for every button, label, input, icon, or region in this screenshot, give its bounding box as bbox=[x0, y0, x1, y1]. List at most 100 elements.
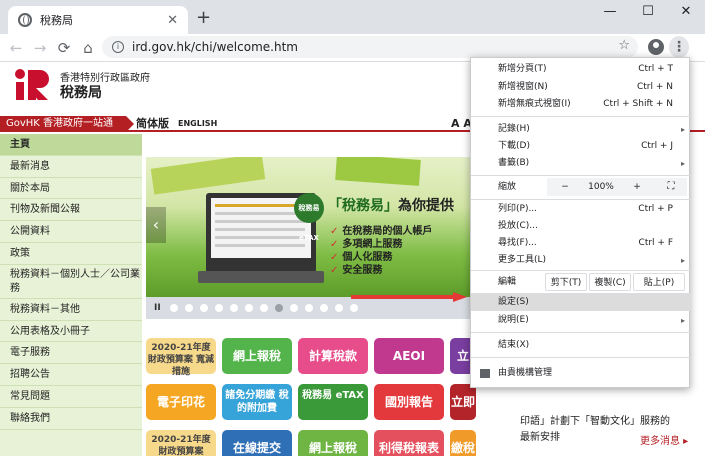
zoom-in-button[interactable]: + bbox=[619, 178, 655, 196]
menu-item-more-tools[interactable]: 更多工具(L) ▸ bbox=[471, 252, 691, 269]
carousel-dot[interactable] bbox=[200, 304, 209, 312]
tile-budget-2[interactable]: 2020-21年度 財政預算案 bbox=[146, 430, 216, 456]
reload-button[interactable]: ⟳ bbox=[52, 39, 76, 57]
zoom-level: 100% bbox=[588, 182, 614, 192]
menu-item-history[interactable]: 記錄(H) ▸ bbox=[471, 121, 691, 138]
menu-item-find[interactable]: 尋找(F)... Ctrl + F bbox=[471, 235, 691, 252]
tile-etax[interactable]: 稅務易 eTAX bbox=[298, 384, 368, 420]
browser-tab[interactable]: 稅務局 ✕ bbox=[8, 6, 188, 34]
sidebar-item-news[interactable]: 最新消息 bbox=[0, 156, 142, 178]
carousel-dot[interactable] bbox=[290, 304, 299, 312]
sidebar-item-tax-info-other[interactable]: 稅務資料－其他 bbox=[0, 299, 142, 321]
chrome-menu: 新增分頁(T) Ctrl + T 新增視窗(N) Ctrl + N 新增無痕式視窗(… bbox=[470, 57, 691, 388]
menu-item-help[interactable]: 說明(E) ▸ bbox=[471, 312, 691, 329]
close-window-button[interactable]: ✕ bbox=[667, 0, 705, 26]
sidebar-item-contact[interactable]: 聯絡我們 bbox=[0, 408, 142, 430]
menu-item-new-window[interactable]: 新增視窗(N) Ctrl + N bbox=[471, 79, 691, 96]
govhk-link[interactable]: GovHK 香港政府一站通 bbox=[0, 116, 134, 132]
zoom-out-button[interactable]: − bbox=[547, 178, 583, 196]
carousel-dot[interactable] bbox=[170, 304, 179, 312]
sidebar-item-recruitment[interactable]: 招聘公告 bbox=[0, 364, 142, 386]
tile-online-submit[interactable]: 在線提交 bbox=[222, 430, 292, 456]
fullscreen-icon[interactable]: ⛶ bbox=[655, 178, 687, 196]
new-tab-button[interactable]: + bbox=[196, 8, 211, 28]
carousel-dot[interactable] bbox=[320, 304, 329, 312]
tile-efile[interactable]: 網上報稅 bbox=[222, 338, 292, 374]
maximize-button[interactable]: ☐ bbox=[629, 0, 667, 26]
carousel-dot[interactable] bbox=[230, 304, 239, 312]
font-size-controls[interactable]: A A bbox=[451, 116, 472, 132]
tile-e-stamping[interactable]: 電子印花 bbox=[146, 384, 216, 420]
pause-icon[interactable]: II bbox=[154, 303, 161, 313]
menu-item-new-incognito[interactable]: 新增無痕式視窗(I) Ctrl + Shift + N bbox=[471, 96, 691, 113]
menu-item-managed[interactable]: 由貴機構管理 bbox=[471, 365, 691, 382]
tile-aeoi[interactable]: AEOI bbox=[374, 338, 444, 374]
sidebar-item-tax-info-individual[interactable]: 稅務資料－個別人士／公司業務 bbox=[0, 265, 142, 299]
info-icon[interactable]: i bbox=[112, 41, 124, 53]
close-tab-icon[interactable]: ✕ bbox=[167, 13, 178, 28]
carousel-dot[interactable] bbox=[260, 304, 269, 312]
promo-banner[interactable]: 稅務易 eTAX 「稅務易」為你提供 在稅務局的個人帳戶 多項網上服務 個人化服… bbox=[146, 157, 476, 297]
title-bar: 稅務局 ✕ + — ☐ ✕ bbox=[0, 0, 705, 34]
carousel-dot[interactable] bbox=[335, 304, 344, 312]
tile-instalment[interactable]: 諸免分期繳 稅的附加費 bbox=[222, 384, 292, 420]
sidebar-item-policy[interactable]: 政策 bbox=[0, 243, 142, 265]
tile-cbc[interactable]: 國別報告 bbox=[374, 384, 444, 420]
carousel-dot[interactable] bbox=[245, 304, 254, 312]
carousel-dot[interactable] bbox=[350, 304, 359, 312]
menu-separator bbox=[471, 332, 691, 333]
cut-button[interactable]: 剪下(T) bbox=[545, 273, 587, 291]
menu-item-bookmarks[interactable]: 書籤(B) ▸ bbox=[471, 155, 691, 172]
url-text[interactable]: ird.gov.hk/chi/welcome.htm bbox=[132, 40, 298, 54]
tab-title: 稅務局 bbox=[40, 14, 73, 27]
menu-item-downloads[interactable]: 下載(D) Ctrl + J bbox=[471, 138, 691, 155]
menu-item-new-tab[interactable]: 新增分頁(T) Ctrl + T bbox=[471, 61, 691, 78]
back-button[interactable]: ← bbox=[4, 39, 28, 57]
bookmark-star-icon[interactable]: ☆ bbox=[618, 38, 630, 53]
menu-item-cast[interactable]: 投放(C)... bbox=[471, 218, 691, 235]
lang-simplified-link[interactable]: 简体版 bbox=[136, 116, 169, 132]
address-bar[interactable]: i ird.gov.hk/chi/welcome.htm ☆ bbox=[102, 36, 638, 58]
sidebar-item-forms[interactable]: 公用表格及小冊子 bbox=[0, 321, 142, 343]
news-text[interactable]: 印語」計劃下「智動文化」服務的 bbox=[520, 414, 700, 430]
zoom-label: 縮放 bbox=[498, 182, 517, 192]
minimize-button[interactable]: — bbox=[591, 0, 629, 26]
menu-item-exit[interactable]: 結束(X) bbox=[471, 337, 691, 354]
tile-efile-2[interactable]: 網上報稅 bbox=[298, 430, 368, 456]
sidebar-item-public-info[interactable]: 公開資料 bbox=[0, 221, 142, 243]
banner-bullet: 在稅務局的個人帳戶 bbox=[330, 225, 432, 238]
menu-edit-row: 編輯 剪下(T) 複製(C) 貼上(P) bbox=[471, 271, 691, 293]
tile-tax-calc[interactable]: 計算稅款 bbox=[298, 338, 368, 374]
sidebar-item-e-services[interactable]: 電子服務 bbox=[0, 342, 142, 365]
sidebar-item-home[interactable]: 主頁 bbox=[0, 134, 142, 156]
ird-logo[interactable] bbox=[14, 68, 50, 102]
carousel-dot[interactable] bbox=[305, 304, 314, 312]
menu-item-print[interactable]: 列印(P)... Ctrl + P bbox=[471, 201, 691, 218]
carousel-dot[interactable] bbox=[185, 304, 194, 312]
tile-pay-tax[interactable]: 繳稅 bbox=[450, 430, 476, 456]
banner-prev-button[interactable]: ‹ bbox=[146, 207, 166, 243]
sidebar-item-publications[interactable]: 刊物及新聞公報 bbox=[0, 199, 142, 222]
sidebar-item-about[interactable]: 關於本局 bbox=[0, 178, 142, 200]
carousel-dot[interactable] bbox=[215, 304, 224, 312]
more-news-link[interactable]: 更多消息 ▸ bbox=[640, 432, 688, 447]
paste-button[interactable]: 貼上(P) bbox=[633, 273, 685, 291]
banner-headline: 「稅務易」為你提供 bbox=[328, 198, 454, 214]
carousel-dot-active[interactable] bbox=[275, 304, 284, 312]
banner-bullet: 個人化服務 bbox=[330, 251, 432, 264]
chrome-menu-button[interactable]: ⋮ bbox=[669, 36, 689, 58]
lang-english-link[interactable]: ENGLISH bbox=[178, 116, 217, 132]
profile-avatar-icon[interactable] bbox=[648, 39, 664, 55]
dept-name: 稅務局 bbox=[60, 85, 102, 101]
tile-partial[interactable]: 立即 bbox=[450, 384, 476, 420]
tile-budget[interactable]: 2020-21年度 財政預算案 寬減措施 bbox=[146, 338, 216, 377]
copy-button[interactable]: 複製(C) bbox=[589, 273, 631, 291]
sidebar-item-faq[interactable]: 常見問題 bbox=[0, 386, 142, 408]
tile-profits-tax[interactable]: 利得稅報表 bbox=[374, 430, 444, 456]
forward-button[interactable]: → bbox=[28, 39, 52, 57]
window-controls: — ☐ ✕ bbox=[591, 0, 705, 26]
menu-item-settings[interactable]: 設定(S) bbox=[471, 294, 691, 311]
chevron-right-icon: ▸ bbox=[680, 159, 685, 168]
home-button[interactable]: ⌂ bbox=[76, 39, 100, 57]
edit-label: 編輯 bbox=[498, 277, 517, 287]
